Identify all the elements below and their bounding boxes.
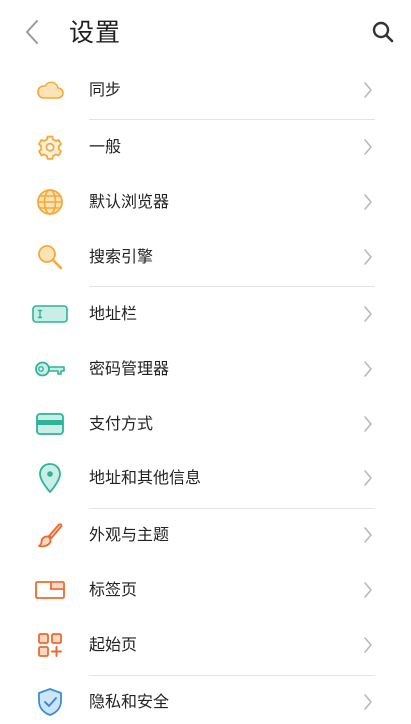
cloud-icon	[37, 81, 64, 99]
chevron-right-icon	[364, 470, 372, 486]
settings-item-general[interactable]: 一般	[0, 125, 411, 169]
chevron-right-icon	[364, 361, 372, 377]
divider	[89, 286, 375, 287]
top-app-bar: 设置	[0, 0, 411, 66]
chevron-right-icon	[364, 82, 372, 98]
magnifier-icon	[38, 245, 63, 270]
settings-item-label: 默认浏览器	[89, 192, 170, 211]
credit-card-icon	[36, 413, 64, 435]
chevron-right-icon	[364, 306, 372, 322]
tabs-icon	[35, 581, 65, 599]
chevron-right-icon	[364, 582, 372, 598]
map-pin-icon	[39, 463, 61, 493]
settings-item-label: 起始页	[89, 635, 138, 654]
settings-item-default-browser[interactable]: 默认浏览器	[0, 180, 411, 224]
page-title: 设置	[69, 18, 122, 47]
settings-item-addresses[interactable]: 地址和其他信息	[0, 456, 411, 500]
settings-item-start-page[interactable]: 起始页	[0, 623, 411, 667]
settings-item-label: 同步	[89, 80, 122, 99]
divider	[89, 508, 375, 509]
chevron-right-icon	[364, 694, 372, 710]
settings-item-label: 搜索引擎	[89, 247, 154, 266]
settings-item-label: 一般	[89, 137, 122, 156]
settings-item-tabs[interactable]: 标签页	[0, 568, 411, 612]
settings-item-label: 地址和其他信息	[89, 468, 202, 487]
settings-item-sync[interactable]: 同步	[0, 68, 411, 112]
shield-check-icon	[38, 688, 62, 716]
settings-item-address-bar[interactable]: 地址栏	[0, 292, 411, 336]
chevron-left-icon	[26, 20, 38, 44]
globe-icon	[37, 189, 63, 215]
chevron-right-icon	[364, 249, 372, 265]
grid-plus-icon	[38, 633, 62, 657]
settings-item-label: 隐私和安全	[89, 692, 170, 711]
gear-icon	[38, 135, 62, 160]
settings-item-label: 外观与主题	[89, 525, 170, 544]
search-icon	[372, 21, 394, 43]
back-button[interactable]	[18, 17, 46, 47]
settings-item-privacy-security[interactable]: 隐私和安全	[0, 680, 411, 724]
divider	[89, 119, 375, 120]
settings-item-password-manager[interactable]: 密码管理器	[0, 347, 411, 391]
settings-item-label: 支付方式	[89, 414, 154, 433]
chevron-right-icon	[364, 139, 372, 155]
settings-item-label: 标签页	[89, 580, 138, 599]
divider	[89, 675, 375, 676]
settings-item-appearance[interactable]: 外观与主题	[0, 513, 411, 557]
paintbrush-icon	[38, 523, 63, 548]
chevron-right-icon	[364, 194, 372, 210]
settings-item-label: 地址栏	[89, 304, 138, 323]
chevron-right-icon	[364, 416, 372, 432]
settings-item-search-engine[interactable]: 搜索引擎	[0, 235, 411, 279]
settings-item-payment-methods[interactable]: 支付方式	[0, 402, 411, 446]
settings-item-label: 密码管理器	[89, 359, 170, 378]
search-button[interactable]	[369, 18, 397, 46]
chevron-right-icon	[364, 637, 372, 653]
key-icon	[35, 361, 65, 377]
address-bar-icon	[32, 305, 68, 323]
chevron-right-icon	[364, 527, 372, 543]
